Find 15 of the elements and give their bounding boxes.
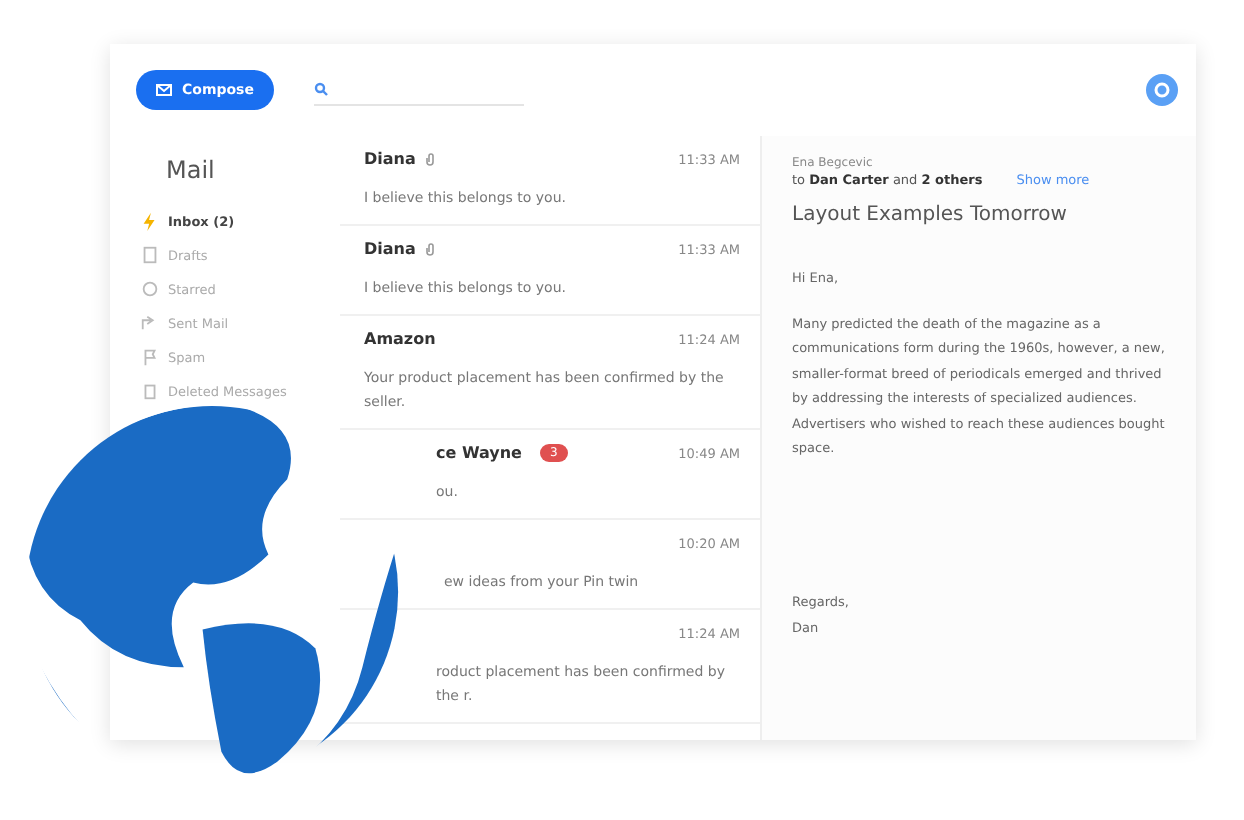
sender-name: ce Wayne bbox=[436, 444, 522, 462]
circle-icon bbox=[140, 278, 160, 300]
settings-icon[interactable] bbox=[1146, 74, 1178, 106]
sender-name: Diana bbox=[364, 150, 416, 168]
email-subject: Layout Examples Tomorrow bbox=[792, 204, 1069, 226]
envelope-icon bbox=[156, 84, 172, 96]
sidebar-title: Mail bbox=[166, 156, 217, 184]
search-icon bbox=[314, 82, 328, 96]
sender-name: Amazon bbox=[364, 330, 436, 348]
square-icon bbox=[140, 380, 160, 402]
document-icon bbox=[140, 244, 160, 266]
lightning-icon bbox=[140, 210, 160, 232]
flag-icon bbox=[140, 346, 160, 368]
sender-name: Diana bbox=[364, 240, 416, 258]
arrow-icon bbox=[140, 312, 160, 334]
